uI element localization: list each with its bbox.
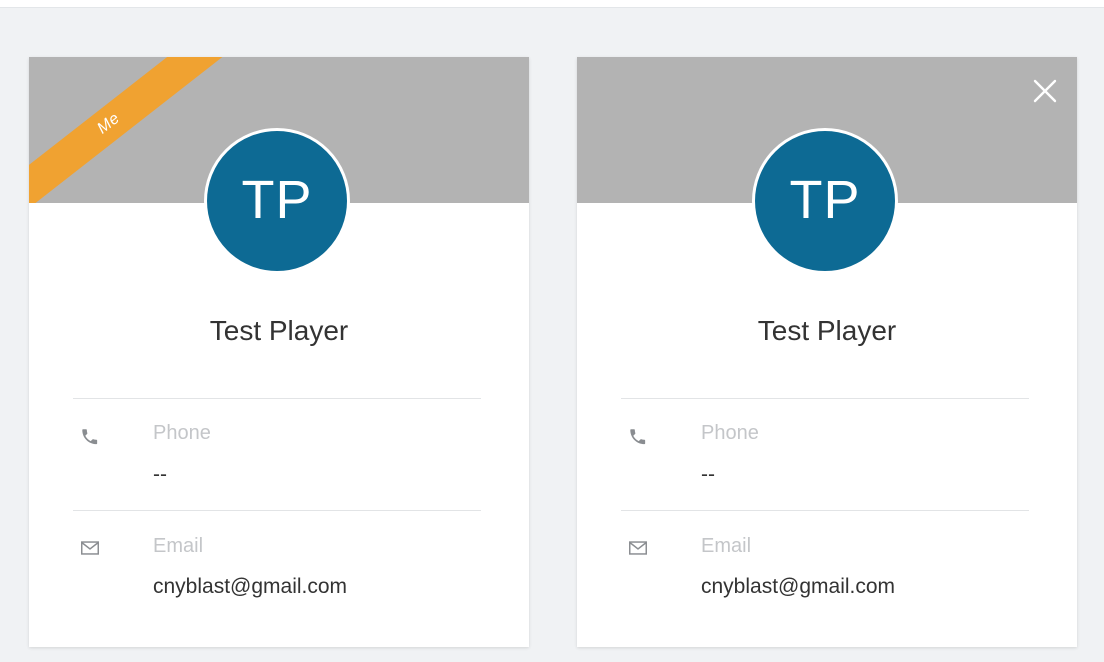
close-button[interactable] — [1027, 73, 1063, 109]
mail-icon — [627, 537, 649, 559]
email-value[interactable]: cnyblast@gmail.com — [701, 575, 895, 599]
phone-value: -- — [701, 463, 715, 486]
avatar: TP — [752, 128, 898, 274]
divider — [73, 398, 481, 399]
email-label: Email — [153, 535, 204, 557]
divider — [73, 510, 481, 511]
player-name: Test Player — [757, 315, 897, 346]
phone-icon — [627, 426, 649, 448]
avatar: TP — [204, 128, 350, 274]
divider — [621, 510, 1029, 511]
phone-icon — [79, 426, 101, 448]
phone-label: Phone — [153, 422, 211, 444]
phone-label: Phone — [701, 422, 759, 444]
top-bar — [0, 0, 1104, 8]
player-name: Test Player — [209, 315, 349, 346]
divider — [621, 398, 1029, 399]
mail-icon — [79, 537, 101, 559]
player-card-me[interactable]: Me TP Test Player Phone -- Email cnyblas… — [29, 57, 529, 647]
phone-value: -- — [153, 463, 167, 486]
email-label: Email — [701, 535, 752, 557]
player-card[interactable]: TP Test Player Phone -- Email cnyblast@g… — [577, 57, 1077, 647]
email-value[interactable]: cnyblast@gmail.com — [153, 575, 347, 599]
close-icon — [1033, 79, 1057, 103]
